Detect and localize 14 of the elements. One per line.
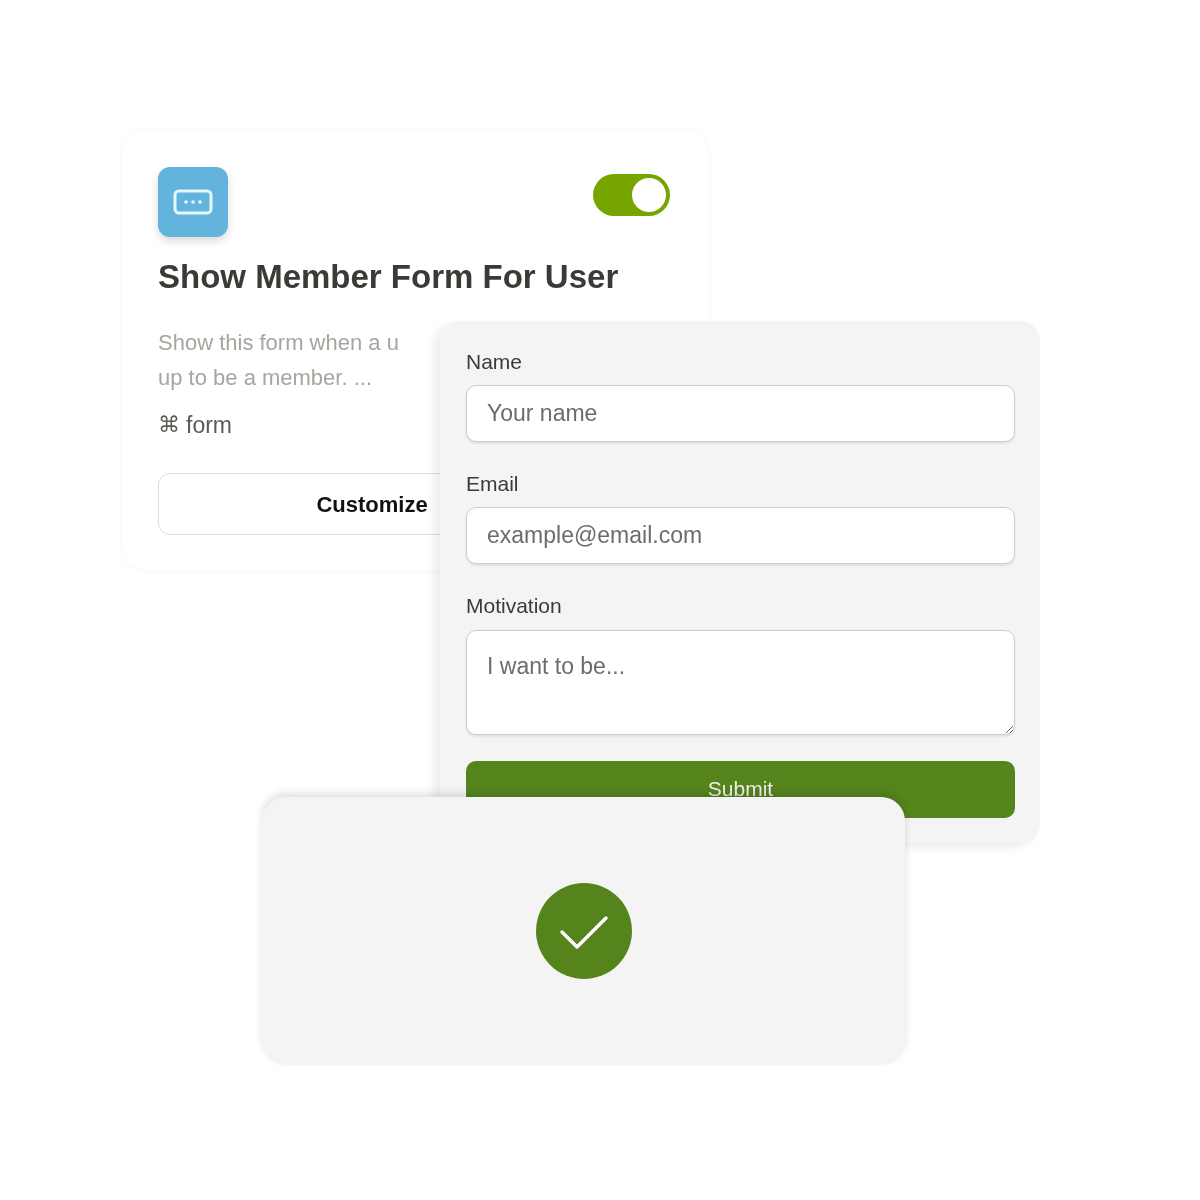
description-text: Show this form when a u xyxy=(158,328,399,357)
text-area[interactable]: I want to be... xyxy=(466,629,1015,735)
field-label: Name xyxy=(466,349,524,375)
field-label: Email xyxy=(466,471,520,497)
input-field[interactable]: example@email.com xyxy=(466,507,1015,565)
command-icon: ⌘ xyxy=(158,408,180,442)
success-check-icon xyxy=(535,883,632,979)
toggle-switch[interactable] xyxy=(593,174,670,216)
input-field[interactable]: Your name xyxy=(466,385,1015,443)
app-icon xyxy=(158,167,228,237)
card-title: Show Member Form For User xyxy=(158,257,620,297)
tag-text: form xyxy=(186,410,232,440)
description-text: up to be a member. ... xyxy=(158,363,372,392)
field-label: Motivation xyxy=(466,593,563,619)
